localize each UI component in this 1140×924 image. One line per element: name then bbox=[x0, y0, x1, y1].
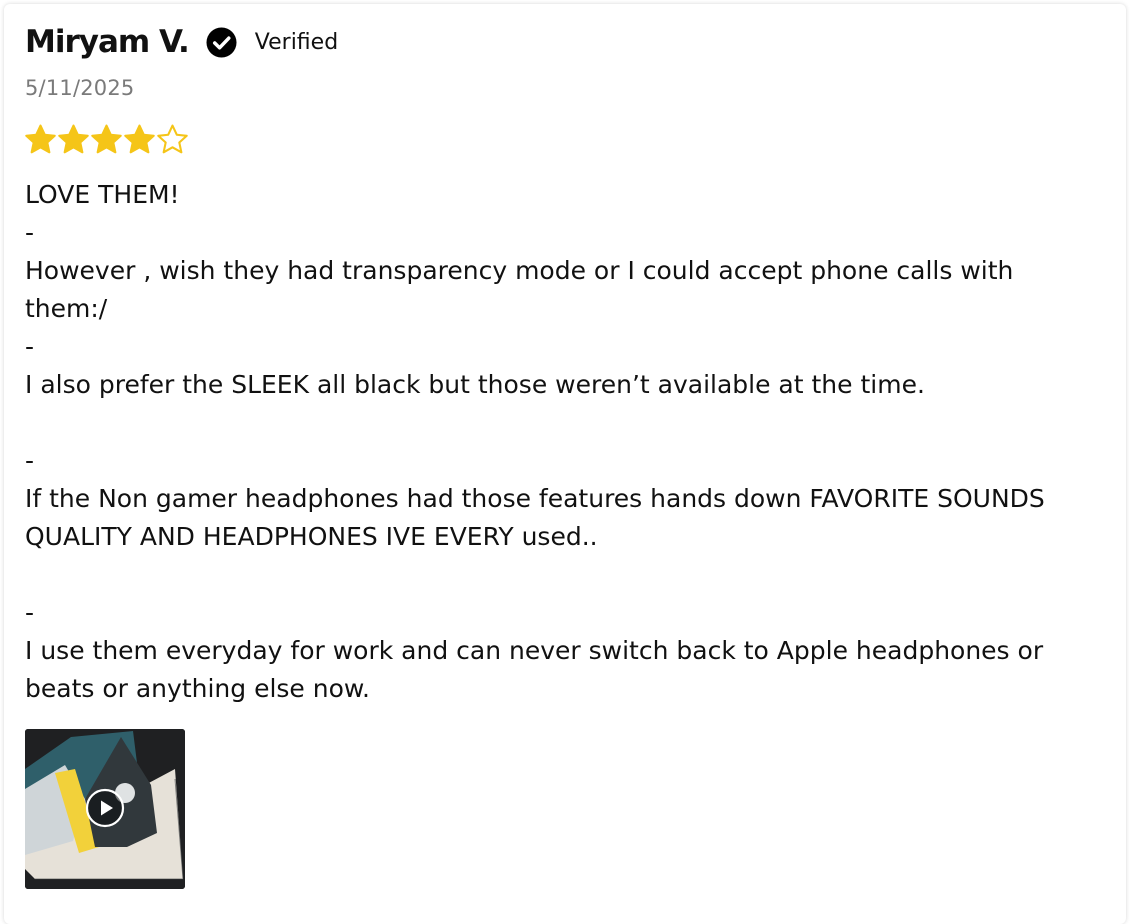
review-line: - bbox=[25, 332, 35, 361]
star-filled-icon bbox=[25, 124, 56, 154]
review-line: - bbox=[25, 446, 35, 475]
check-circle-icon bbox=[206, 26, 237, 58]
review-line: However , wish they had transparency mod… bbox=[25, 256, 1022, 323]
star-filled-icon bbox=[91, 124, 122, 154]
review-line: If the Non gamer headphones had those fe… bbox=[25, 484, 1053, 551]
review-video-thumbnail[interactable] bbox=[25, 729, 185, 889]
review-line bbox=[25, 556, 1085, 594]
star-filled-icon bbox=[124, 124, 155, 154]
review-body: LOVE THEM! - However , wish they had tra… bbox=[25, 176, 1085, 708]
reviewer-name: Miryam V. bbox=[25, 24, 190, 60]
review-line: - bbox=[25, 598, 35, 627]
review-line bbox=[25, 404, 1085, 442]
verified-badge-label: Verified bbox=[254, 29, 339, 55]
review-line: LOVE THEM! bbox=[25, 180, 180, 209]
review-header: Miryam V. Verified bbox=[25, 22, 338, 62]
star-filled-icon bbox=[58, 124, 89, 154]
star-empty-icon bbox=[157, 124, 188, 154]
review-line: I also prefer the SLEEK all black but th… bbox=[25, 370, 925, 399]
review-line: - bbox=[25, 218, 35, 247]
review-date: 5/11/2025 bbox=[25, 76, 135, 100]
review-line: I use them everyday for work and can nev… bbox=[25, 636, 1052, 703]
play-icon[interactable] bbox=[85, 788, 125, 828]
review-card: Miryam V. Verified 5/11/2025 LOVE THEM! … bbox=[4, 4, 1126, 924]
star-rating bbox=[24, 123, 189, 156]
